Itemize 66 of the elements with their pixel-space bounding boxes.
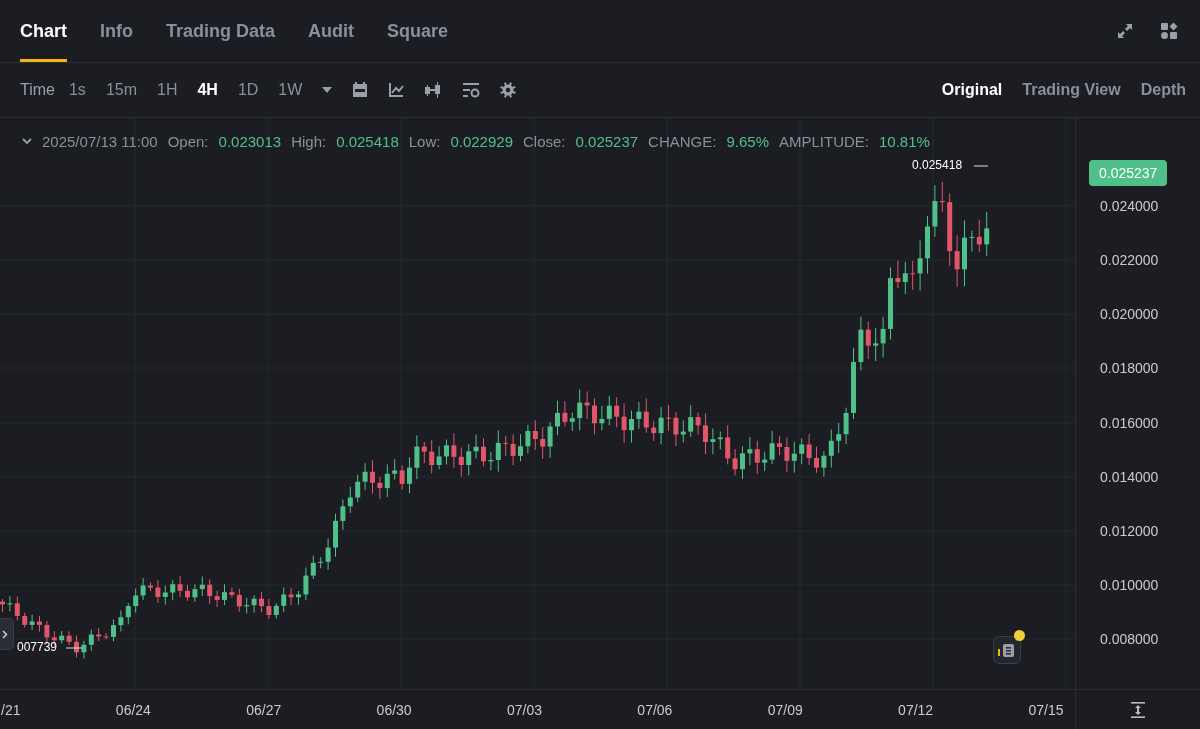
expand-icon[interactable] (1116, 22, 1134, 40)
interval-option[interactable]: 1W (278, 81, 303, 99)
interval-option[interactable]: 15m (105, 81, 137, 99)
leader-line (973, 165, 989, 167)
x-axis-label: 07/06 (636, 701, 674, 718)
expand-side-button[interactable] (0, 618, 14, 650)
x-axis-label: 07/15 (1027, 701, 1065, 718)
legend-label: Open: (167, 133, 209, 150)
legend-value: 0.025418 (336, 133, 399, 150)
fit-axis-icon[interactable] (1130, 701, 1146, 718)
tab[interactable]: Audit (308, 0, 355, 62)
view-option[interactable]: Depth (1140, 81, 1186, 99)
interval-option[interactable]: 4H (197, 81, 218, 99)
notification-dot (1014, 630, 1025, 641)
x-axis-label: 07/09 (766, 701, 804, 718)
high-price-marker: 0.025418 (912, 158, 963, 172)
legend-label: Low: (408, 133, 441, 150)
interval-label: Time (20, 81, 55, 99)
line-chart-icon[interactable] (388, 82, 405, 98)
legend-label: AMPLITUDE: (779, 133, 869, 150)
y-axis-label: 0.022000 (1100, 252, 1159, 268)
x-axis-label: 07/03 (505, 701, 543, 718)
y-axis-label: 0.014000 (1100, 469, 1159, 485)
y-axis-label: 0.024000 (1100, 198, 1159, 214)
chevron-right-icon (2, 629, 8, 639)
y-axis-label: 0.010000 (1100, 577, 1159, 593)
y-axis-label: 0.008000 (1100, 631, 1159, 647)
x-axis-label: 06/24 (114, 701, 152, 718)
low-price-marker: 007739 (17, 640, 58, 654)
y-axis-label: 0.016000 (1100, 415, 1159, 431)
legend-value: 0.025237 (575, 133, 639, 150)
last-price-badge: 0.025237 (1089, 160, 1168, 186)
legend-value: 0.023013 (218, 133, 282, 150)
interval-option[interactable]: 1s (68, 81, 86, 99)
x-axis-label: /21 (0, 701, 22, 718)
view-option[interactable]: Original (941, 81, 1003, 99)
interval-option[interactable]: 1D (237, 81, 259, 99)
view-option[interactable]: Trading View (1022, 81, 1121, 99)
tab[interactable]: Trading Data (166, 0, 276, 62)
legend-date: 2025/07/13 11:00 (42, 133, 158, 150)
collapse-caret-icon[interactable] (22, 138, 32, 145)
settings-icon[interactable] (500, 82, 517, 98)
tab[interactable]: Info (100, 0, 133, 62)
calendar-icon[interactable] (352, 82, 369, 98)
x-axis-label: 06/30 (375, 701, 413, 718)
dropdown-caret-icon[interactable] (322, 87, 333, 93)
y-axis-label: 0.012000 (1100, 523, 1159, 539)
tab[interactable]: Chart (20, 0, 67, 62)
tab[interactable]: Square (387, 0, 449, 62)
legend-value: 9.65% (726, 133, 769, 150)
x-axis-label: 07/12 (897, 701, 935, 718)
leader-line (65, 647, 83, 649)
indicator-settings-icon[interactable] (462, 82, 481, 98)
x-axis-label: 06/27 (245, 701, 283, 718)
legend-value: 0.022929 (450, 133, 513, 150)
y-axis-label: 0.020000 (1100, 306, 1159, 322)
document-icon (998, 642, 1016, 658)
shapes-icon[interactable] (1160, 22, 1178, 40)
legend-label: Close: (523, 133, 566, 150)
legend-label: High: (291, 133, 327, 150)
news-button[interactable] (993, 636, 1021, 664)
legend-value: 10.81% (879, 133, 930, 150)
legend-label: CHANGE: (648, 133, 717, 150)
candlestick-icon[interactable] (424, 82, 443, 98)
interval-option[interactable]: 1H (157, 81, 178, 99)
y-axis-label: 0.018000 (1100, 360, 1159, 376)
